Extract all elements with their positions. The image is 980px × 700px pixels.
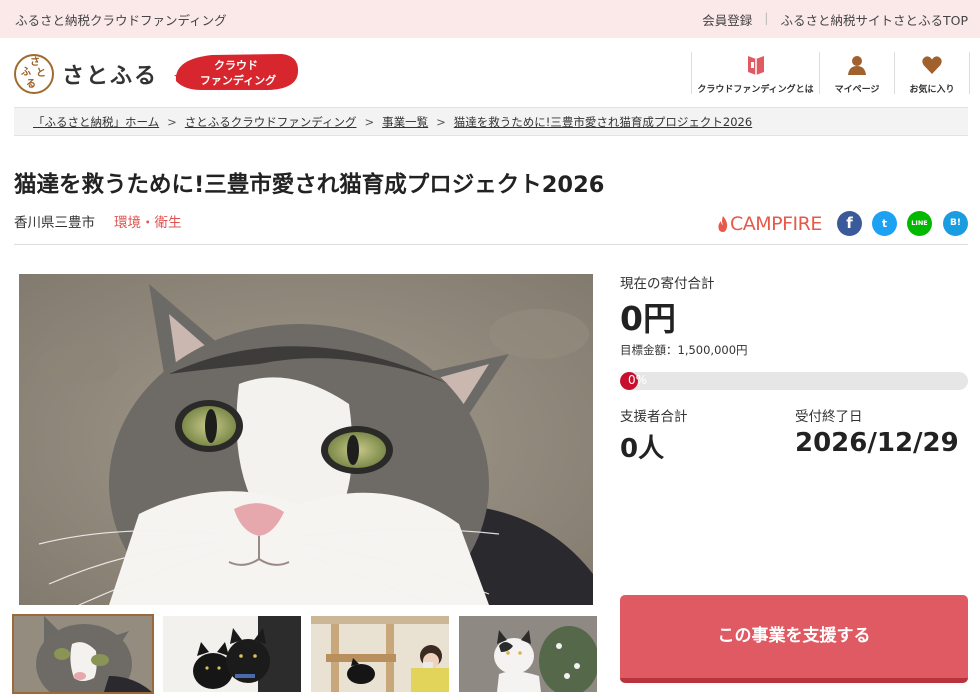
top-bar: ふるさと納税クラウドファンディング 会員登録 | ふるさと納税サイトさとふるTO… [0, 0, 980, 38]
supporters-value: 0人 [620, 434, 665, 464]
breadcrumb-separator: > [167, 114, 177, 129]
top-link-separator: | [764, 10, 769, 25]
badge-line-1: クラウド [214, 59, 258, 72]
mypage-link[interactable]: マイページ [820, 52, 895, 95]
breadcrumb-separator: > [364, 114, 375, 129]
breadcrumb-crowdfunding[interactable]: さとふるクラウドファンディング [185, 114, 357, 130]
line-share-icon[interactable]: LINE [907, 211, 932, 236]
book-icon [747, 56, 764, 75]
satofull-top-link[interactable]: ふるさと納税サイトさとふるTOP [780, 10, 968, 29]
deadline-value: 2026/12/29 [795, 428, 959, 458]
donation-total-label: 現在の寄付合計 [620, 276, 715, 292]
satofull-logo-seal[interactable]: さ と ふ る [14, 54, 54, 94]
thumb-cat-closeup [14, 616, 152, 692]
page-title: 猫達を救うために!三豊市愛され猫育成プロジェクト2026 [14, 172, 605, 198]
about-crowdfunding-label: クラウドファンディングとは [697, 85, 814, 95]
thumbnail-1[interactable] [12, 614, 154, 694]
project-category[interactable]: 環境・衛生 [114, 211, 182, 231]
funding-progress-bar: 0% [620, 372, 968, 390]
thumbnail-4[interactable] [459, 616, 597, 692]
logo-text[interactable]: さとふる [62, 58, 158, 90]
thumbnail-2[interactable] [163, 616, 301, 692]
campfire-logo[interactable]: CAMPFIRE [717, 213, 822, 235]
seal-char: る [26, 79, 36, 90]
register-link[interactable]: 会員登録 [702, 10, 752, 29]
header-nav: クラウドファンディングとは マイページ お気に入り [691, 52, 970, 95]
breadcrumb-current[interactable]: 猫達を救うために!三豊市愛され猫育成プロジェクト2026 [454, 114, 752, 130]
target-amount: 目標金額：1,500,000円 [620, 343, 748, 357]
supporters-label: 支援者合計 [620, 409, 688, 425]
donation-total-value: 0円 [620, 299, 676, 338]
hatena-bookmark-icon[interactable]: B! [943, 211, 968, 236]
person-icon [848, 56, 866, 75]
deadline-label: 受付終了日 [795, 409, 863, 425]
thumb-black-kittens [163, 616, 301, 692]
progress-percent-text: 0% [628, 373, 648, 387]
thumb-cat-tower-child [311, 616, 449, 692]
heart-icon [922, 56, 942, 74]
facebook-share-icon[interactable]: f [837, 211, 862, 236]
flame-icon [718, 216, 728, 232]
site-tagline: ふるさと納税クラウドファンディング [15, 13, 227, 28]
support-project-button[interactable]: この事業を支援する [620, 595, 968, 683]
twitter-share-icon[interactable]: t [872, 211, 897, 236]
breadcrumb-project-list[interactable]: 事業一覧 [382, 114, 428, 130]
about-crowdfunding-link[interactable]: クラウドファンディングとは [692, 52, 820, 95]
favorites-link[interactable]: お気に入り [895, 52, 970, 95]
seal-char: ふ [21, 67, 31, 78]
project-location: 香川県三豊市 [14, 215, 95, 231]
top-links: 会員登録 | ふるさと納税サイトさとふるTOP [702, 10, 968, 29]
seal-char: と [36, 68, 46, 79]
site-header: さ と ふ る さとふる クラウド ファンディング クラウドファンディングとは … [0, 38, 980, 106]
breadcrumb-home[interactable]: 「ふるさと納税」ホーム [33, 114, 159, 130]
section-divider [14, 244, 968, 245]
cat-photo [19, 274, 593, 605]
breadcrumb-separator: > [436, 114, 446, 129]
mypage-label: マイページ [834, 85, 880, 95]
crowdfunding-badge[interactable]: クラウド ファンディング [172, 51, 300, 93]
thumb-outdoor-cat [459, 616, 597, 692]
campfire-label: CAMPFIRE [730, 213, 822, 235]
favorites-label: お気に入り [909, 85, 955, 95]
project-main-image [19, 274, 593, 605]
thumbnail-3[interactable] [311, 616, 449, 692]
seal-char: さ [30, 57, 40, 68]
breadcrumb: 「ふるさと納税」ホーム > さとふるクラウドファンディング > 事業一覧 > 猫… [14, 107, 968, 136]
badge-line-2: ファンディング [200, 73, 276, 87]
